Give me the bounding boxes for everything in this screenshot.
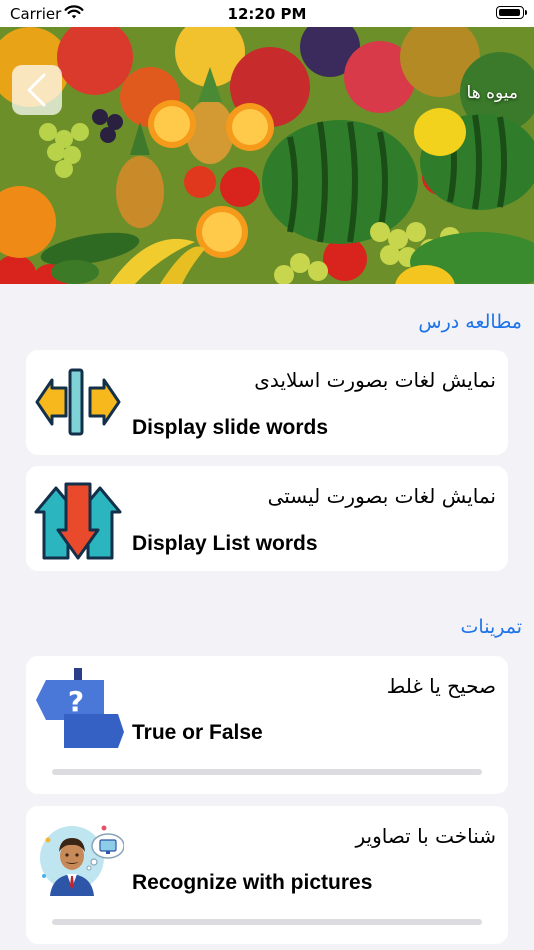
card-slide-words-title-en: Display slide words <box>132 416 329 439</box>
hero-title: میوه ها <box>466 83 518 103</box>
back-button[interactable] <box>12 65 62 115</box>
card-slide-words-title-fa: نمایش لغات بصورت اسلایدی <box>254 368 496 392</box>
card-list-words-title-fa: نمایش لغات بصورت لیستی <box>267 484 496 508</box>
question-signpost-icon: ? <box>36 668 124 748</box>
card-true-false-title-fa: صحیح یا غلط <box>386 674 496 698</box>
hero-banner: میوه ها <box>0 27 534 284</box>
fruits-vegetables-image <box>0 27 534 284</box>
slide-arrows-icon <box>35 368 121 436</box>
card-true-false[interactable]: ? صحیح یا غلط True or False <box>26 656 508 794</box>
battery-icon <box>496 6 527 19</box>
section-header-study: مطالعه درس <box>418 311 522 333</box>
status-bar: Carrier 12:20 PM <box>0 0 534 27</box>
card-true-false-title-en: True or False <box>132 721 263 744</box>
status-time: 12:20 PM <box>227 5 307 23</box>
chevron-left-icon <box>27 73 46 107</box>
list-arrows-icon <box>34 482 122 560</box>
battery-level <box>499 9 520 16</box>
progress-bar-true-false <box>52 769 482 775</box>
card-recognize-pictures-title-fa: شناخت با تصاویر <box>355 824 496 848</box>
progress-bar-recognize-pictures <box>52 919 482 925</box>
section-header-exercises: تمرینات <box>460 616 522 638</box>
card-list-words[interactable]: نمایش لغات بصورت لیستی Display List word… <box>26 466 508 571</box>
svg-text:?: ? <box>68 685 84 718</box>
card-recognize-pictures-title-en: Recognize with pictures <box>132 871 373 894</box>
card-slide-words[interactable]: نمایش لغات بصورت اسلایدی Display slide w… <box>26 350 508 455</box>
card-list-words-title-en: Display List words <box>132 532 318 555</box>
card-recognize-pictures[interactable]: شناخت با تصاویر Recognize with pictures <box>26 806 508 944</box>
person-thinking-icon <box>40 825 124 896</box>
